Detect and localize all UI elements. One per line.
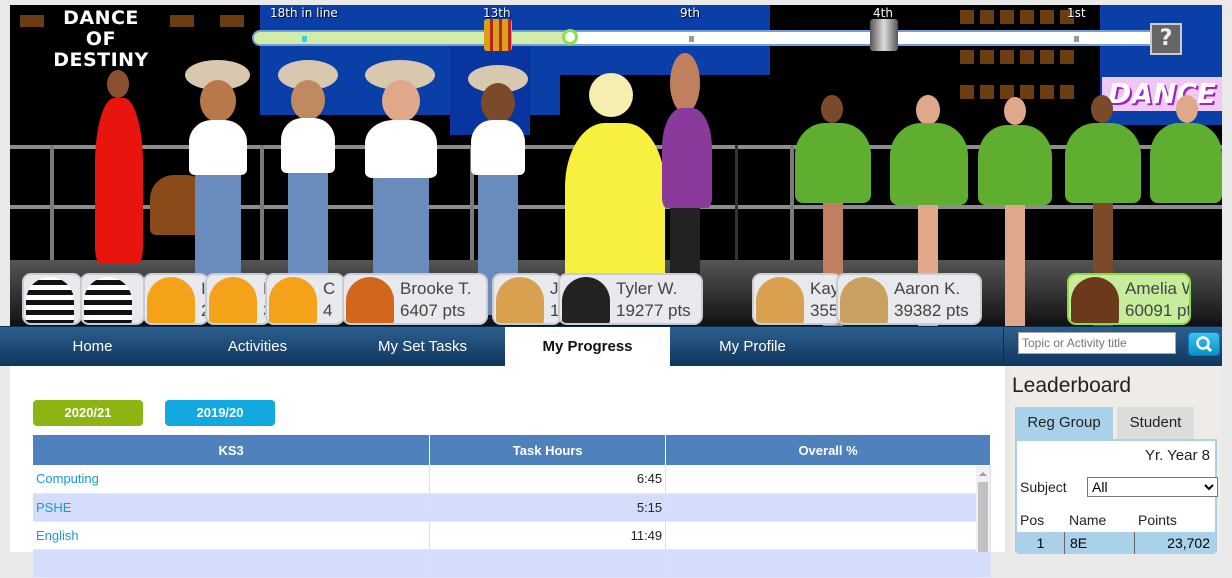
gift-icon	[484, 19, 512, 51]
current-position-marker	[562, 29, 578, 45]
player-card[interactable]: I2	[143, 273, 209, 325]
table-row: PSHE 5:15	[33, 493, 991, 522]
overall-percent	[665, 493, 991, 522]
overall-percent	[665, 465, 991, 494]
rank-label: 1st	[1067, 6, 1086, 20]
shirt-icon	[870, 19, 898, 51]
tab-home[interactable]: Home	[10, 327, 175, 367]
table-header: KS3 Task Hours Overall %	[33, 435, 991, 465]
player-name: Aaron K.	[894, 279, 961, 298]
avatar	[147, 277, 195, 323]
rank-label: 4th	[873, 6, 893, 20]
year-label: Yr. Year 8	[1144, 447, 1210, 464]
player-points: 4	[323, 301, 333, 320]
player-points: 39382 pts	[894, 301, 969, 320]
column-header: Task Hours	[429, 435, 667, 465]
player-card[interactable]: Tyler W. 19277 pts	[558, 273, 703, 325]
column-header: Name	[1069, 512, 1107, 528]
player-card[interactable]: Kay 355	[752, 273, 842, 325]
subject-link[interactable]: English	[33, 521, 431, 550]
player-points: 355	[810, 301, 839, 320]
player-card[interactable]: E3	[205, 273, 271, 325]
tab-my-profile[interactable]: My Profile	[670, 327, 835, 367]
dance-sign: DANCE O	[1102, 77, 1222, 111]
leaderboard-panel: Leaderboard Reg Group Student Yr. Year 8…	[1010, 366, 1222, 554]
avatar	[269, 277, 317, 323]
avatar	[1071, 277, 1119, 323]
year-button-2020-21[interactable]: 2020/21	[33, 400, 143, 426]
group-points: 23,702	[1167, 535, 1210, 551]
avatar	[84, 277, 132, 323]
avatar	[26, 277, 74, 323]
task-hours: 5:15	[429, 493, 667, 522]
year-button-2019-20[interactable]: 2019/20	[165, 400, 275, 426]
rank-label: 13th	[483, 6, 511, 20]
leaderboard-row: 1 8E 23,702	[1017, 532, 1215, 554]
magnifier-icon	[1196, 336, 1213, 353]
question-shirt-icon: ?	[1150, 23, 1182, 55]
search-input[interactable]	[1018, 332, 1176, 354]
avatar	[756, 277, 804, 323]
scrollbar-thumb[interactable]	[978, 482, 988, 552]
avatar	[496, 277, 544, 323]
player-name: Amelia W. 2	[1125, 279, 1189, 298]
player-name: Kay	[810, 279, 840, 298]
column-header: KS3	[33, 435, 431, 465]
column-header: Overall %	[665, 435, 991, 465]
current-user-card[interactable]: Amelia W. 2 60091 pts	[1067, 273, 1191, 325]
group-name: 8E	[1070, 535, 1088, 551]
task-hours: 11:49	[429, 521, 667, 550]
player-card[interactable]: Aaron K. 39382 pts	[836, 273, 982, 325]
player-card[interactable]: C4	[265, 273, 345, 325]
leaderboard-content: Yr. Year 8 Subject All Pos Name Points 1…	[1015, 439, 1218, 554]
rank-label: 18th in line	[270, 6, 338, 20]
subject-link[interactable]: PSHE	[33, 493, 431, 522]
leaderboard-title: Leaderboard	[1012, 374, 1132, 397]
tab-my-progress[interactable]: My Progress	[505, 327, 670, 367]
avatar	[562, 277, 610, 323]
player-points: 6407 pts	[400, 301, 466, 320]
subject-select[interactable]: All	[1087, 477, 1218, 497]
player-card[interactable]	[22, 273, 82, 325]
avatar	[209, 277, 257, 323]
tab-reg-group[interactable]: Reg Group	[1015, 407, 1113, 439]
progress-table: KS3 Task Hours Overall % Computing 6:45 P…	[33, 435, 991, 578]
search-button[interactable]	[1188, 332, 1220, 356]
subject-label: Subject	[1020, 479, 1067, 495]
player-card[interactable]	[80, 273, 145, 325]
table-row: English 11:49	[33, 521, 991, 550]
table-scrollbar[interactable]	[976, 466, 990, 552]
position: 1	[1036, 535, 1045, 551]
tab-student[interactable]: Student	[1117, 407, 1194, 439]
player-name: C	[323, 279, 336, 298]
progress-panel: 2020/21 2019/20 KS3 Task Hours Overall %…	[10, 366, 1005, 578]
avatar	[840, 277, 888, 323]
player-card[interactable]: J1	[492, 273, 562, 325]
column-header: Points	[1138, 512, 1177, 528]
task-hours: 6:45	[429, 465, 667, 494]
column-header: Pos	[1020, 512, 1045, 528]
table-row: Computing 6:45	[33, 465, 991, 494]
player-name: Brooke T.	[400, 279, 472, 298]
player-points: 19277 pts	[616, 301, 691, 320]
player-card[interactable]: Brooke T. 6407 pts	[342, 273, 488, 325]
overall-percent	[665, 521, 991, 550]
rank-label: 9th	[680, 6, 700, 20]
subject-link[interactable]: Computing	[33, 465, 431, 494]
position-progress-bar	[252, 29, 1162, 46]
game-scene: DANCE O DANCE OF DESTINY 18th in line 13…	[10, 5, 1222, 326]
player-points: 60091 pts	[1125, 301, 1191, 320]
game-logo: DANCE OF DESTINY	[53, 7, 149, 71]
tab-my-set-tasks[interactable]: My Set Tasks	[340, 327, 505, 367]
tab-activities[interactable]: Activities	[175, 327, 340, 367]
avatar	[346, 277, 394, 323]
player-name: Tyler W.	[616, 279, 678, 298]
